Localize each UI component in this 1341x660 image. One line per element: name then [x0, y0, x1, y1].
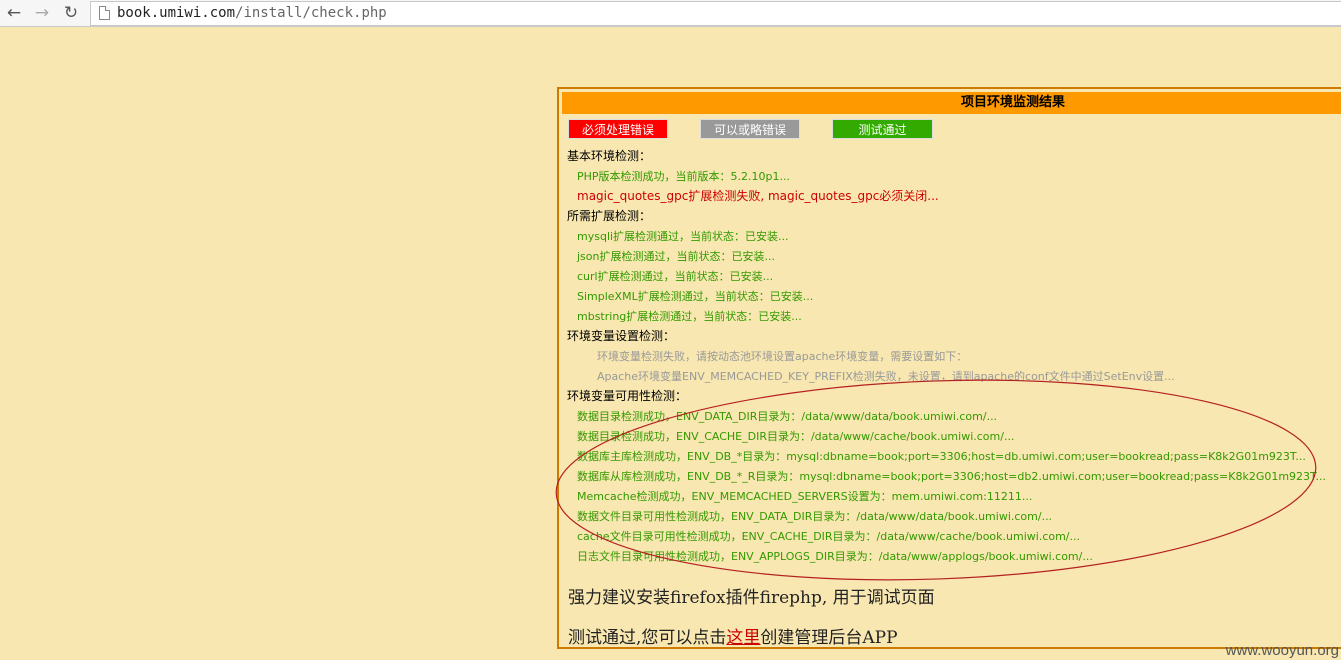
- create-admin-link[interactable]: 这里: [726, 628, 760, 648]
- section-ext-title: 所需扩展检测：: [567, 209, 652, 223]
- check-data-dir: 数据目录检测成功，ENV_DATA_DIR目录为：/data/www/data/…: [577, 410, 998, 423]
- check-json: json扩展检测通过，当前状态：已安装...: [577, 250, 775, 263]
- check-simplexml: SimpleXML扩展检测通过，当前状态：已安装...: [577, 290, 814, 303]
- check-php-version: PHP版本检测成功，当前版本：5.2.10p1...: [577, 170, 790, 183]
- check-memcache: Memcache检测成功，ENV_MEMCACHED_SERVERS设置为：me…: [577, 490, 1033, 503]
- legend-ignorable: 可以或略错误: [700, 119, 800, 139]
- check-results-panel: 项目环境监测结果 必须处理错误 可以或略错误 测试通过 基本环境检测： PHP版…: [557, 87, 1341, 649]
- firephp-recommendation: 强力建议安装firefox插件firephp, 用于调试页面: [568, 588, 935, 608]
- page-icon: [99, 6, 110, 20]
- address-bar[interactable]: book.umiwi.com/install/check.php: [90, 1, 1341, 26]
- check-db-slave: 数据库从库检测成功，ENV_DB_*_R目录为：mysql:dbname=boo…: [577, 470, 1326, 483]
- section-envset-title: 环境变量设置检测：: [567, 329, 676, 343]
- reload-icon[interactable]: ↻: [60, 2, 82, 24]
- check-data-file: 数据文件目录可用性检测成功，ENV_DATA_DIR目录为：/data/www/…: [577, 510, 1053, 523]
- check-cache-dir: 数据目录检测成功，ENV_CACHE_DIR目录为：/data/www/cach…: [577, 430, 1015, 443]
- check-mysqli: mysqli扩展检测通过，当前状态：已安装...: [577, 230, 789, 243]
- check-magic-quotes: magic_quotes_gpc扩展检测失败, magic_quotes_gpc…: [577, 189, 939, 203]
- panel-title: 项目环境监测结果: [562, 92, 1341, 114]
- watermark-text: www.wooyun.org: [1225, 642, 1339, 659]
- check-cache-file: cache文件目录可用性检测成功，ENV_CACHE_DIR目录为：/data/…: [577, 530, 1081, 543]
- section-envavail-title: 环境变量可用性检测：: [567, 389, 688, 403]
- check-env-fail: 环境变量检测失败，请按动态池环境设置apache环境变量，需要设置如下：: [597, 350, 968, 363]
- browser-toolbar: ← → ↻ book.umiwi.com/install/check.php: [0, 0, 1341, 27]
- back-arrow-icon[interactable]: ←: [3, 2, 25, 24]
- section-basic-title: 基本环境检测：: [567, 149, 652, 163]
- check-log-file: 日志文件目录可用性检测成功，ENV_APPLOGS_DIR目录为：/data/w…: [577, 550, 1093, 563]
- legend-error: 必须处理错误: [568, 119, 668, 139]
- install-passed-message: 测试通过,您可以点击这里创建管理后台APP: [568, 628, 898, 648]
- check-mbstring: mbstring扩展检测通过，当前状态：已安装...: [577, 310, 802, 323]
- legend-passed: 测试通过: [832, 119, 933, 139]
- url-text[interactable]: book.umiwi.com/install/check.php: [117, 5, 387, 21]
- forward-arrow-icon[interactable]: →: [31, 2, 53, 24]
- check-curl: curl扩展检测通过，当前状态：已安装...: [577, 270, 774, 283]
- check-apache-env: Apache环境变量ENV_MEMCACHED_KEY_PREFIX检测失败，未…: [597, 370, 1175, 383]
- check-db-master: 数据库主库检测成功，ENV_DB_*目录为：mysql:dbname=book;…: [577, 450, 1306, 463]
